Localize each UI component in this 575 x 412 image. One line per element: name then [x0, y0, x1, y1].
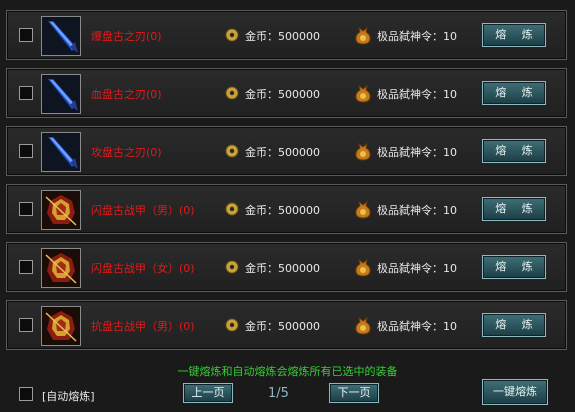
item-row: 抗盘古战甲（男）(0) 金币：500000 极品弑神令：10 熔 炼	[6, 300, 567, 350]
page-indicator: 1/5	[268, 386, 289, 401]
gold-cost: 金币：500000	[245, 262, 320, 275]
blue-blade-icon	[42, 17, 80, 55]
item-name: 抗盘古战甲（男）(0)	[91, 320, 195, 333]
auto-smelt-label: [自动熔炼]	[42, 390, 95, 403]
token-cost: 极品弑神令：10	[377, 320, 457, 333]
smelt-button[interactable]: 熔 炼	[482, 23, 546, 47]
item-row: 攻盘古之刃(0) 金币：500000 极品弑神令：10 熔 炼	[6, 126, 567, 176]
token-bag-icon	[355, 84, 371, 103]
token-bag-icon	[355, 26, 371, 45]
smelt-panel: 爆盘古之刃(0) 金币：500000 极品弑神令：10 熔 炼 血盘古之刃(0)…	[0, 0, 575, 412]
gold-coin-icon	[225, 260, 239, 274]
smelt-button[interactable]: 熔 炼	[482, 139, 546, 163]
item-row: 闪盘古战甲（男）(0) 金币：500000 极品弑神令：10 熔 炼	[6, 184, 567, 234]
gold-cost: 金币：500000	[245, 320, 320, 333]
gold-coin-icon	[225, 144, 239, 158]
item-name: 闪盘古战甲（男）(0)	[91, 204, 195, 217]
item-checkbox[interactable]	[19, 144, 33, 158]
smelt-all-button[interactable]: 一键熔炼	[482, 379, 548, 405]
item-slot[interactable]	[41, 306, 81, 346]
gold-coin-icon	[225, 86, 239, 100]
token-bag-icon	[355, 258, 371, 277]
item-name: 血盘古之刃(0)	[91, 88, 162, 101]
item-row: 闪盘古战甲（女）(0) 金币：500000 极品弑神令：10 熔 炼	[6, 242, 567, 292]
smelt-button[interactable]: 熔 炼	[482, 81, 546, 105]
prev-page-button[interactable]: 上一页	[183, 383, 233, 403]
auto-smelt-checkbox[interactable]	[19, 387, 33, 401]
token-cost: 极品弑神令：10	[377, 262, 457, 275]
item-checkbox[interactable]	[19, 260, 33, 274]
token-cost: 极品弑神令：10	[377, 30, 457, 43]
token-cost: 极品弑神令：10	[377, 146, 457, 159]
item-name: 攻盘古之刃(0)	[91, 146, 162, 159]
token-cost: 极品弑神令：10	[377, 88, 457, 101]
red-armor-icon	[42, 307, 80, 345]
item-row: 爆盘古之刃(0) 金币：500000 极品弑神令：10 熔 炼	[6, 10, 567, 60]
smelt-button[interactable]: 熔 炼	[482, 313, 546, 337]
smelt-hint: 一键熔炼和自动熔炼会熔炼所有已选中的装备	[177, 365, 398, 378]
blue-blade-icon	[42, 133, 80, 171]
smelt-button[interactable]: 熔 炼	[482, 197, 546, 221]
token-cost: 极品弑神令：10	[377, 204, 457, 217]
gold-cost: 金币：500000	[245, 204, 320, 217]
item-checkbox[interactable]	[19, 202, 33, 216]
item-slot[interactable]	[41, 74, 81, 114]
gold-coin-icon	[225, 202, 239, 216]
token-bag-icon	[355, 142, 371, 161]
next-page-button[interactable]: 下一页	[329, 383, 379, 403]
item-name: 爆盘古之刃(0)	[91, 30, 162, 43]
gold-coin-icon	[225, 28, 239, 42]
gold-cost: 金币：500000	[245, 88, 320, 101]
smelt-button[interactable]: 熔 炼	[482, 255, 546, 279]
item-name: 闪盘古战甲（女）(0)	[91, 262, 195, 275]
red-armor-icon	[42, 249, 80, 287]
token-bag-icon	[355, 200, 371, 219]
item-checkbox[interactable]	[19, 318, 33, 332]
item-slot[interactable]	[41, 132, 81, 172]
token-bag-icon	[355, 316, 371, 335]
item-checkbox[interactable]	[19, 28, 33, 42]
item-slot[interactable]	[41, 190, 81, 230]
gold-cost: 金币：500000	[245, 146, 320, 159]
item-row: 血盘古之刃(0) 金币：500000 极品弑神令：10 熔 炼	[6, 68, 567, 118]
gold-cost: 金币：500000	[245, 30, 320, 43]
gold-coin-icon	[225, 318, 239, 332]
item-slot[interactable]	[41, 16, 81, 56]
red-armor-icon	[42, 191, 80, 229]
item-checkbox[interactable]	[19, 86, 33, 100]
blue-blade-icon	[42, 75, 80, 113]
item-slot[interactable]	[41, 248, 81, 288]
